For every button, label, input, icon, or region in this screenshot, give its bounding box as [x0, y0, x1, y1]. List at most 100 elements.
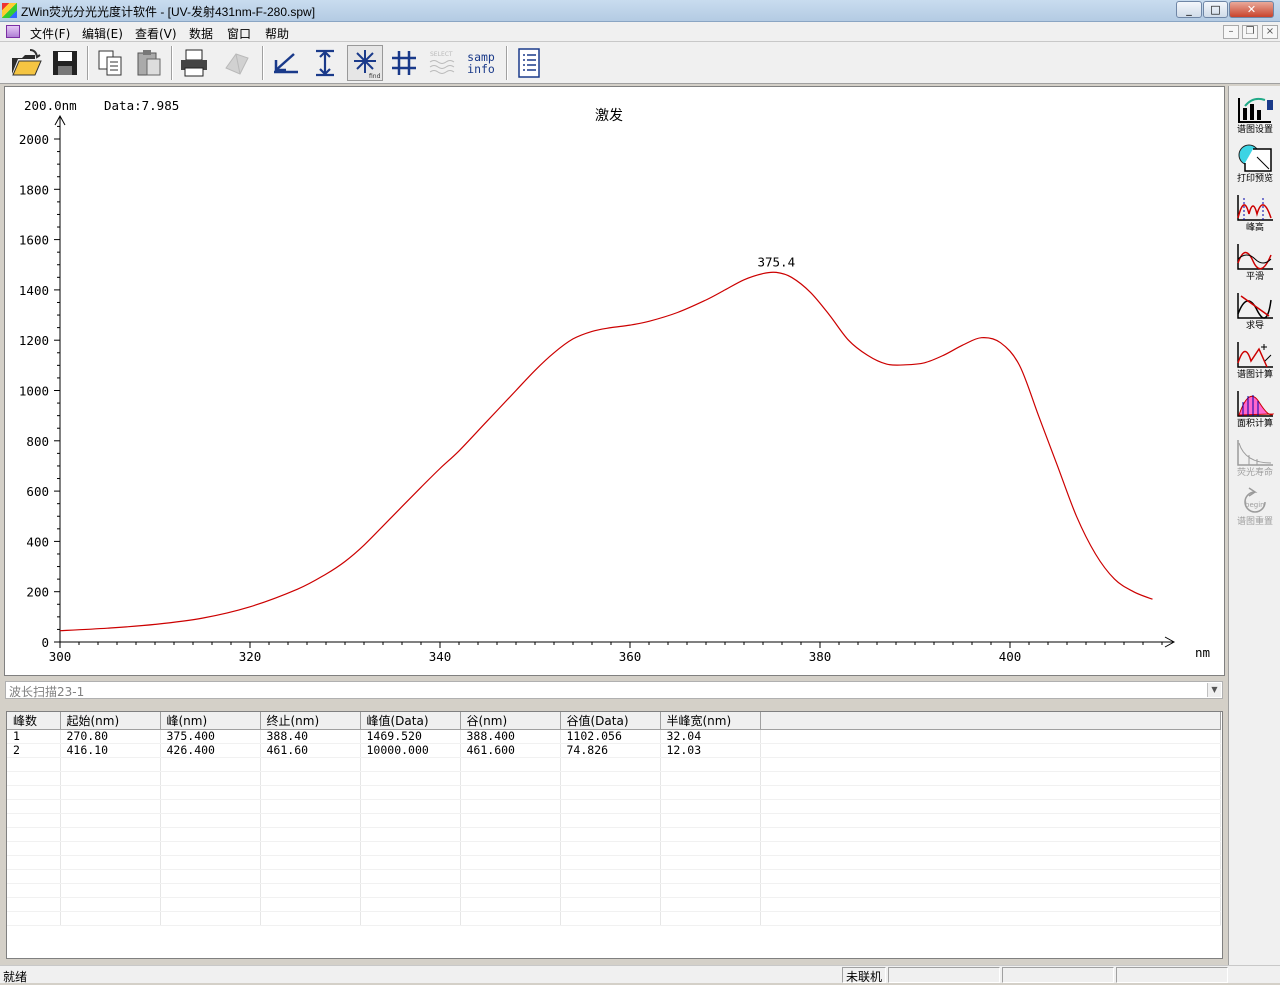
save-button[interactable] [47, 45, 83, 81]
table-cell [460, 883, 561, 898]
table-row[interactable] [7, 785, 1221, 800]
area-calc-button[interactable]: 面积计算 [1231, 388, 1279, 434]
3d-view-icon [225, 53, 249, 75]
table-row[interactable] [7, 771, 1221, 786]
undo-zoom-button[interactable] [268, 45, 304, 81]
table-cell [660, 827, 761, 842]
report-button[interactable] [511, 45, 547, 81]
table-cell [460, 827, 561, 842]
col-header-peak[interactable]: 峰(nm) [160, 712, 261, 730]
table-cell: 1102.056 [560, 729, 661, 744]
spectrum-calc-button[interactable]: 谱图计算 [1231, 339, 1279, 385]
col-header-start[interactable]: 起始(nm) [60, 712, 161, 730]
samp-info-button[interactable]: samp info [463, 45, 499, 81]
table-cell [660, 785, 761, 800]
select-button[interactable]: SELECT [425, 45, 461, 81]
table-row[interactable] [7, 897, 1221, 912]
copy-button[interactable] [92, 45, 128, 81]
table-cell [560, 799, 661, 814]
table-row[interactable] [7, 827, 1221, 842]
y-tick-label: 1600 [19, 233, 49, 248]
table-cell [360, 827, 461, 842]
table-row[interactable] [7, 757, 1221, 772]
table-cell: 32.04 [660, 729, 761, 744]
chevron-down-icon[interactable]: ▼ [1207, 683, 1221, 697]
fluorescence-lifetime-label: 荧光寿命 [1236, 468, 1273, 478]
col-header-peak-value[interactable]: 峰值(Data) [360, 712, 461, 730]
status-pane [1116, 967, 1228, 983]
smooth-button[interactable]: 平滑 [1231, 241, 1279, 287]
y-tick-label: 1000 [19, 384, 49, 399]
table-row[interactable]: 1 270.80 375.400 388.40 1469.520 388.400 1102.… [7, 729, 1221, 744]
table-cell [560, 897, 661, 912]
minimize-button[interactable]: _ [1176, 1, 1202, 18]
print-preview-label: 打印预览 [1236, 174, 1273, 184]
maximize-button[interactable]: □ [1203, 1, 1228, 18]
table-cell [760, 771, 1221, 786]
table-row[interactable] [7, 813, 1221, 828]
mdi-restore-button[interactable]: ❐ [1242, 25, 1258, 39]
peak-height-icon [1237, 195, 1273, 221]
table-row[interactable] [7, 799, 1221, 814]
mdi-close-button[interactable]: × [1262, 25, 1278, 39]
table-cell [560, 841, 661, 856]
col-header-end[interactable]: 终止(nm) [260, 712, 361, 730]
table-row[interactable] [7, 911, 1221, 926]
fluorescence-lifetime-button[interactable]: 荧光寿命 [1231, 437, 1279, 483]
derivative-icon [1237, 293, 1273, 319]
table-cell [360, 785, 461, 800]
print-button[interactable] [176, 45, 212, 81]
derivative-button[interactable]: 求导 [1231, 290, 1279, 336]
area-calc-icon [1237, 391, 1275, 417]
col-header-valley-value[interactable]: 谷值(Data) [560, 712, 661, 730]
spectrum-reset-button[interactable]: begin 谱图重置 [1231, 486, 1279, 532]
mdi-minimize-button[interactable]: – [1223, 25, 1239, 39]
scan-select-dropdown[interactable]: 波长扫描23-1 ▼ [5, 681, 1223, 699]
menu-window[interactable]: 窗口 [227, 25, 251, 42]
x-tick-label: 380 [809, 649, 832, 664]
paste-button[interactable] [131, 45, 167, 81]
table-cell [160, 813, 261, 828]
close-button[interactable]: ✕ [1229, 1, 1274, 18]
table-cell [460, 813, 561, 828]
table-cell [7, 897, 61, 912]
document-icon[interactable] [6, 25, 20, 38]
menu-view[interactable]: 查看(V) [135, 25, 177, 42]
copy-icon [98, 50, 122, 76]
table-cell [7, 785, 61, 800]
table-row[interactable]: 2 416.10 426.400 461.60 10000.000 461.600 74.8… [7, 743, 1221, 758]
table-cell [460, 855, 561, 870]
table-row[interactable] [7, 841, 1221, 856]
menu-help[interactable]: 帮助 [265, 25, 289, 42]
table-cell [60, 785, 161, 800]
peak-table[interactable]: 峰数 起始(nm) 峰(nm) 终止(nm) 峰值(Data) 谷(nm) 谷值… [6, 711, 1223, 959]
grid-button[interactable] [386, 45, 422, 81]
table-cell [7, 799, 61, 814]
table-row[interactable] [7, 869, 1221, 884]
menu-file[interactable]: 文件(F) [30, 25, 70, 42]
vertical-scale-button[interactable] [307, 45, 343, 81]
col-header-fwhm[interactable]: 半峰宽(nm) [660, 712, 761, 730]
peak-find-button[interactable]: find [347, 45, 383, 81]
col-header-valley[interactable]: 谷(nm) [460, 712, 561, 730]
info-label: info [467, 62, 495, 76]
svg-text:SELECT: SELECT [430, 51, 453, 58]
3d-view-button[interactable] [219, 45, 255, 81]
spectrum-plot[interactable]: 200.0nm Data:7.985 激发 300 320 340 360 380 400… [4, 86, 1225, 676]
spectrum-settings-button[interactable]: 谱图设置 [1231, 94, 1279, 140]
table-cell [60, 799, 161, 814]
peak-height-button[interactable]: 峰高 [1231, 192, 1279, 238]
table-cell [260, 757, 361, 772]
table-cell: 1469.520 [360, 729, 461, 744]
table-row[interactable] [7, 883, 1221, 898]
status-bar: 就绪 未联机 [0, 965, 1280, 984]
table-row[interactable] [7, 855, 1221, 870]
col-header-peak-no[interactable]: 峰数 [7, 712, 61, 730]
print-preview-button[interactable]: 打印预览 [1231, 143, 1279, 189]
menu-edit[interactable]: 编辑(E) [82, 25, 123, 42]
menu-data[interactable]: 数据 [189, 25, 213, 42]
table-cell [7, 869, 61, 884]
open-button[interactable] [8, 45, 44, 81]
peak-height-label: 峰高 [1245, 223, 1264, 233]
x-tick-label: 360 [619, 649, 642, 664]
